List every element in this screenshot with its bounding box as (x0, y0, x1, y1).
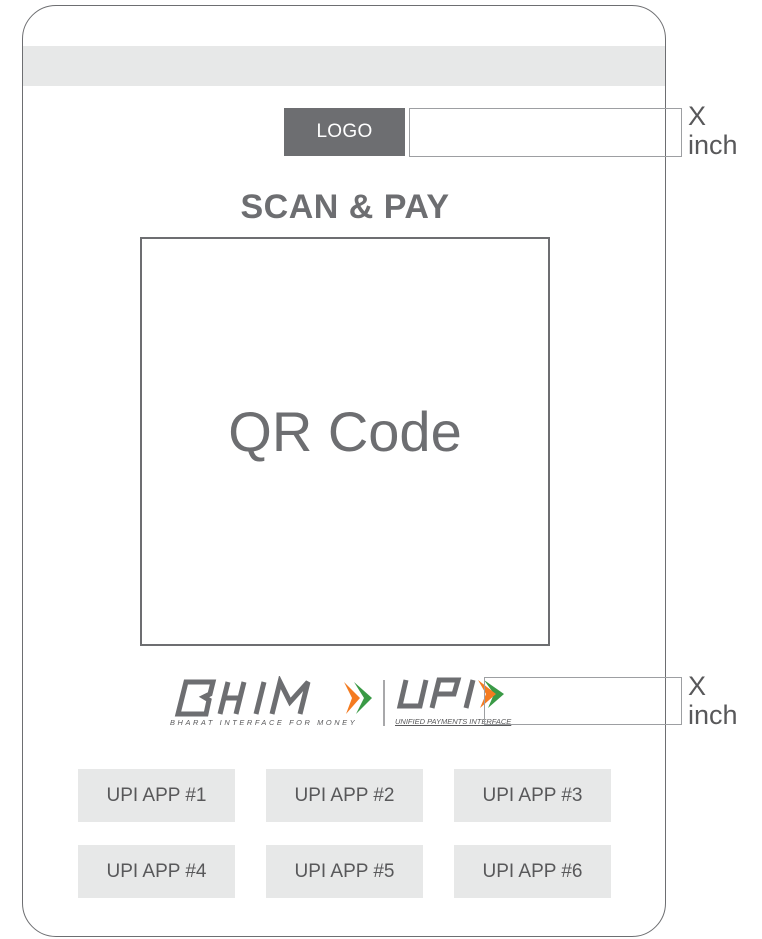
upi-apps-grid: UPI APP #1 UPI APP #2 UPI APP #3 UPI APP… (78, 769, 612, 898)
qr-code-label: QR Code (228, 400, 462, 463)
bhim-wordmark (174, 674, 311, 717)
brand-dimension-label: X inch (688, 672, 738, 730)
upi-app-button-2[interactable]: UPI APP #2 (266, 769, 423, 822)
upi-app-button-6[interactable]: UPI APP #6 (454, 845, 611, 898)
upi-wordmark (396, 677, 476, 709)
logo-dimension-label: X inch (688, 102, 738, 160)
bhim-upi-logo: BHARAT INTERFACE FOR MONEY UNIFIED PAYME… (168, 674, 538, 728)
logo-dimension-bracket (409, 108, 682, 157)
logo-label: LOGO (316, 121, 373, 142)
brand-dimension-bracket (484, 677, 682, 725)
logo-dimension-unit: inch (688, 130, 738, 160)
qr-code-box: QR Code (140, 237, 550, 646)
upi-app-button-1[interactable]: UPI APP #1 (78, 769, 235, 822)
logo-placeholder: LOGO (284, 108, 405, 156)
upi-app-button-5[interactable]: UPI APP #5 (266, 845, 423, 898)
upi-app-button-3[interactable]: UPI APP #3 (454, 769, 611, 822)
brand-dimension-unit: inch (688, 700, 738, 730)
upi-app-button-4[interactable]: UPI APP #4 (78, 845, 235, 898)
page-title: SCAN & PAY (240, 188, 450, 226)
bhim-tagline: BHARAT INTERFACE FOR MONEY (170, 718, 358, 727)
brand-dimension-value: X (688, 671, 707, 701)
top-band (23, 46, 665, 86)
logo-dimension-value: X (688, 101, 707, 131)
